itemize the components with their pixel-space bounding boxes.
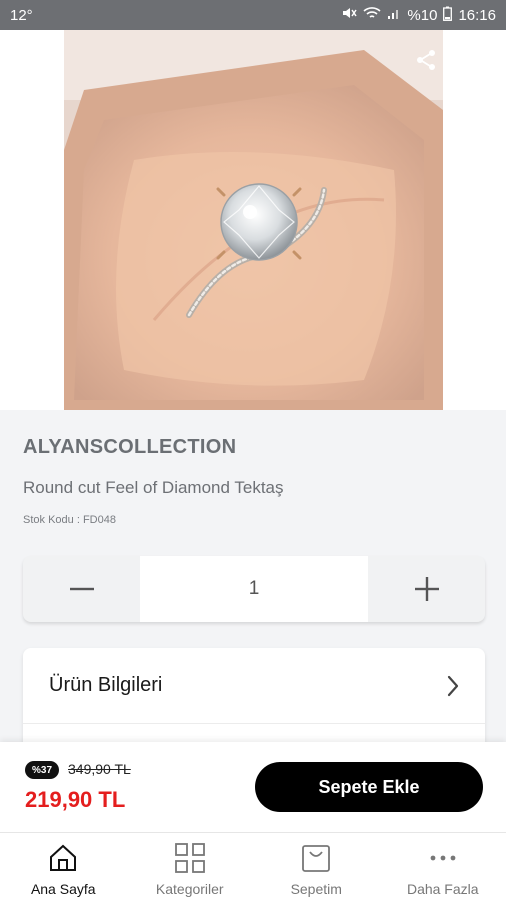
- share-icon: [417, 50, 435, 70]
- increase-quantity-button[interactable]: [368, 556, 485, 622]
- stock-code-label: Stok Kodu :: [23, 514, 80, 526]
- share-button[interactable]: [410, 44, 442, 76]
- home-icon: [46, 841, 80, 875]
- old-price: 349,90 TL: [68, 761, 131, 777]
- nav-categories[interactable]: Kategoriler: [127, 833, 254, 900]
- status-bar: 12° %10 16:16: [0, 0, 506, 30]
- stock-code-row: Stok Kodu : FD048: [23, 514, 116, 526]
- product-info-row[interactable]: Ürün Bilgileri: [23, 648, 485, 724]
- nav-categories-label: Kategoriler: [155, 881, 224, 897]
- product-title: Round cut Feel of Diamond Tektaş: [23, 478, 284, 497]
- temperature: 12°: [10, 6, 33, 24]
- clock: 16:16: [458, 6, 496, 24]
- price-bar: %37 349,90 TL 219,90 TL Sepete Ekle: [0, 742, 506, 832]
- nav-more[interactable]: Daha Fazla: [380, 833, 506, 900]
- battery-icon: [443, 6, 453, 25]
- product-info-label: Ürün Bilgileri: [49, 674, 163, 696]
- back-button[interactable]: [20, 44, 52, 76]
- quantity-stepper: 1: [23, 556, 485, 622]
- product-image-area: [0, 30, 506, 410]
- nav-cart[interactable]: Sepetim: [253, 833, 380, 900]
- grid-icon: [173, 841, 207, 875]
- nav-home[interactable]: Ana Sayfa: [0, 833, 127, 900]
- plus-icon: [414, 577, 439, 601]
- brand-name[interactable]: ALYANSCOLLECTION: [23, 436, 236, 459]
- status-indicators: %10 16:16: [341, 6, 496, 25]
- minus-icon: [69, 587, 94, 591]
- nav-cart-label: Sepetim: [290, 881, 342, 897]
- discount-badge: %37: [25, 761, 59, 779]
- stock-code-value: FD048: [82, 514, 116, 526]
- nav-more-label: Daha Fazla: [406, 881, 479, 897]
- nav-home-label: Ana Sayfa: [30, 881, 96, 897]
- signal-icon: [387, 6, 401, 24]
- bag-icon: [299, 841, 333, 875]
- product-image[interactable]: [64, 30, 443, 410]
- mute-icon: [341, 6, 358, 24]
- chevron-right-icon: [447, 675, 459, 696]
- current-price: 219,90 TL: [25, 787, 126, 812]
- more-icon: [426, 841, 460, 875]
- battery-percent: %10: [407, 6, 438, 24]
- wifi-icon: [363, 6, 381, 24]
- add-to-cart-button[interactable]: Sepete Ekle: [255, 762, 483, 812]
- decrease-quantity-button[interactable]: [23, 556, 140, 622]
- quantity-value[interactable]: 1: [140, 556, 368, 622]
- back-arrow-icon: [30, 49, 43, 71]
- bottom-navigation: Ana Sayfa Kategoriler Sepetim Daha Fazla: [0, 832, 506, 900]
